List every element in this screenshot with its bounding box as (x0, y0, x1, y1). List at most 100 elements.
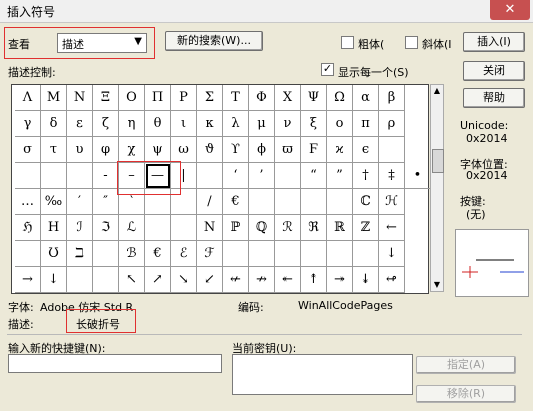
symbol-cell[interactable] (67, 267, 93, 293)
symbol-cell[interactable] (171, 215, 197, 241)
scroll-up-icon[interactable]: ▲ (431, 85, 443, 97)
symbol-cell[interactable]: δ (41, 111, 67, 137)
symbol-cell[interactable] (249, 241, 275, 267)
symbol-cell[interactable]: τ (41, 137, 67, 163)
symbol-cell[interactable] (275, 241, 301, 267)
symbol-cell[interactable]: - (93, 163, 119, 189)
symbol-cell[interactable]: κ (197, 111, 223, 137)
symbol-cell[interactable]: ′ (67, 189, 93, 215)
symbol-cell[interactable]: ℜ (301, 215, 327, 241)
symbol-cell[interactable]: P (171, 85, 197, 111)
symbol-cell[interactable] (353, 241, 379, 267)
symbol-cell[interactable]: “ (301, 163, 327, 189)
symbol-cell[interactable]: Ϝ (301, 137, 327, 163)
symbol-cell[interactable]: ℰ (171, 241, 197, 267)
symbol-cell[interactable]: ℝ (327, 215, 353, 241)
symbol-cell[interactable]: ϒ (223, 137, 249, 163)
symbol-cell[interactable]: ↗ (145, 267, 171, 293)
symbol-cell[interactable]: Π (145, 85, 171, 111)
symbol-cell[interactable]: N (67, 85, 93, 111)
symbol-cell[interactable]: T (223, 85, 249, 111)
help-button[interactable]: 帮助 (463, 88, 525, 108)
insert-button[interactable]: 插入(I) (463, 32, 525, 52)
symbol-cell[interactable]: ψ (145, 137, 171, 163)
symbol-cell[interactable]: ″ (93, 189, 119, 215)
symbol-cell[interactable]: ↠ (327, 267, 353, 293)
show-each-checkbox[interactable]: ✓ (321, 63, 334, 76)
symbol-cell[interactable]: λ (223, 111, 249, 137)
symbol-cell[interactable]: Ʊ (41, 241, 67, 267)
symbol-cell[interactable]: ↡ (353, 267, 379, 293)
symbol-cell[interactable]: ↟ (301, 267, 327, 293)
symbol-cell[interactable]: Φ (249, 85, 275, 111)
symbol-cell[interactable]: γ (15, 111, 41, 137)
symbol-cell[interactable] (93, 241, 119, 267)
symbol-cell[interactable] (15, 163, 41, 189)
symbol-cell[interactable]: ↞ (275, 267, 301, 293)
remove-button[interactable]: 移除(R) (416, 385, 516, 403)
symbol-cell[interactable]: ↘ (171, 267, 197, 293)
symbol-cell[interactable]: Ω (327, 85, 353, 111)
symbol-cell[interactable]: → (15, 267, 41, 293)
symbol-cell[interactable]: ℱ (197, 241, 223, 267)
symbol-cell[interactable]: ϰ (327, 137, 353, 163)
symbol-cell[interactable]: ↖ (119, 267, 145, 293)
symbol-cell[interactable]: ↛ (249, 267, 275, 293)
symbol-cell[interactable]: υ (67, 137, 93, 163)
symbol-cell[interactable]: ϕ (249, 137, 275, 163)
shortcut-input[interactable] (8, 354, 222, 373)
symbol-cell[interactable] (15, 241, 41, 267)
symbol-cell[interactable]: θ (145, 111, 171, 137)
symbol-cell[interactable] (67, 163, 93, 189)
symbol-cell[interactable]: ξ (301, 111, 327, 137)
symbol-cell[interactable]: ℌ (15, 215, 41, 241)
symbol-cell[interactable]: β (379, 85, 405, 111)
symbol-cell[interactable]: ‡ (379, 163, 405, 189)
symbol-cell[interactable]: ‘ (223, 163, 249, 189)
symbol-cell[interactable]: χ (119, 137, 145, 163)
symbol-cell[interactable] (275, 163, 301, 189)
symbol-cell[interactable] (249, 189, 275, 215)
symbol-cell[interactable] (223, 241, 249, 267)
symbol-cell[interactable]: Σ (197, 85, 223, 111)
symbol-cell[interactable]: ϖ (275, 137, 301, 163)
symbol-cell[interactable]: ℑ (93, 215, 119, 241)
symbol-cell[interactable] (93, 267, 119, 293)
symbol-cell[interactable]: ϵ (353, 137, 379, 163)
symbol-cell[interactable]: ↚ (223, 267, 249, 293)
symbol-grid[interactable]: ΛMNΞOΠPΣTΦXΨΩαβγδεζηθικλμνξοπρστυφχψωϑϒϕ… (11, 84, 431, 294)
symbol-cell[interactable]: ι (171, 111, 197, 137)
scrollbar-thumb[interactable] (432, 149, 444, 173)
grid-scrollbar[interactable]: ▲ ▼ (430, 84, 444, 292)
italic-checkbox[interactable] (405, 36, 418, 49)
symbol-cell[interactable]: ρ (379, 111, 405, 137)
symbol-cell[interactable]: ℚ (249, 215, 275, 241)
symbol-cell[interactable]: † (353, 163, 379, 189)
symbol-cell[interactable]: Λ (15, 85, 41, 111)
symbol-cell[interactable]: ‰ (41, 189, 67, 215)
symbol-cell[interactable] (327, 241, 353, 267)
symbol-cell[interactable]: ℛ (275, 215, 301, 241)
symbol-cell[interactable]: α (353, 85, 379, 111)
symbol-cell[interactable] (327, 189, 353, 215)
symbol-cell[interactable] (41, 163, 67, 189)
scroll-down-icon[interactable]: ▼ (431, 279, 443, 291)
symbol-cell[interactable]: € (223, 189, 249, 215)
symbol-cell[interactable]: ” (327, 163, 353, 189)
symbol-cell[interactable] (197, 163, 223, 189)
symbol-cell[interactable] (301, 189, 327, 215)
symbol-cell[interactable]: O (119, 85, 145, 111)
symbol-cell[interactable]: H (41, 215, 67, 241)
symbol-cell[interactable]: ℒ (119, 215, 145, 241)
symbol-cell[interactable]: μ (249, 111, 275, 137)
symbol-cell[interactable]: ζ (93, 111, 119, 137)
symbol-cell[interactable] (379, 137, 405, 163)
close-button[interactable]: 关闭 (463, 61, 525, 81)
symbol-cell[interactable]: φ (93, 137, 119, 163)
symbol-cell[interactable]: ℙ (223, 215, 249, 241)
symbol-cell[interactable]: ↓ (379, 241, 405, 267)
symbol-cell[interactable]: ↫ (379, 267, 405, 293)
symbol-cell[interactable]: X (275, 85, 301, 111)
new-search-button[interactable]: 新的搜索(W)... (165, 31, 263, 51)
symbol-cell[interactable]: ℐ (67, 215, 93, 241)
